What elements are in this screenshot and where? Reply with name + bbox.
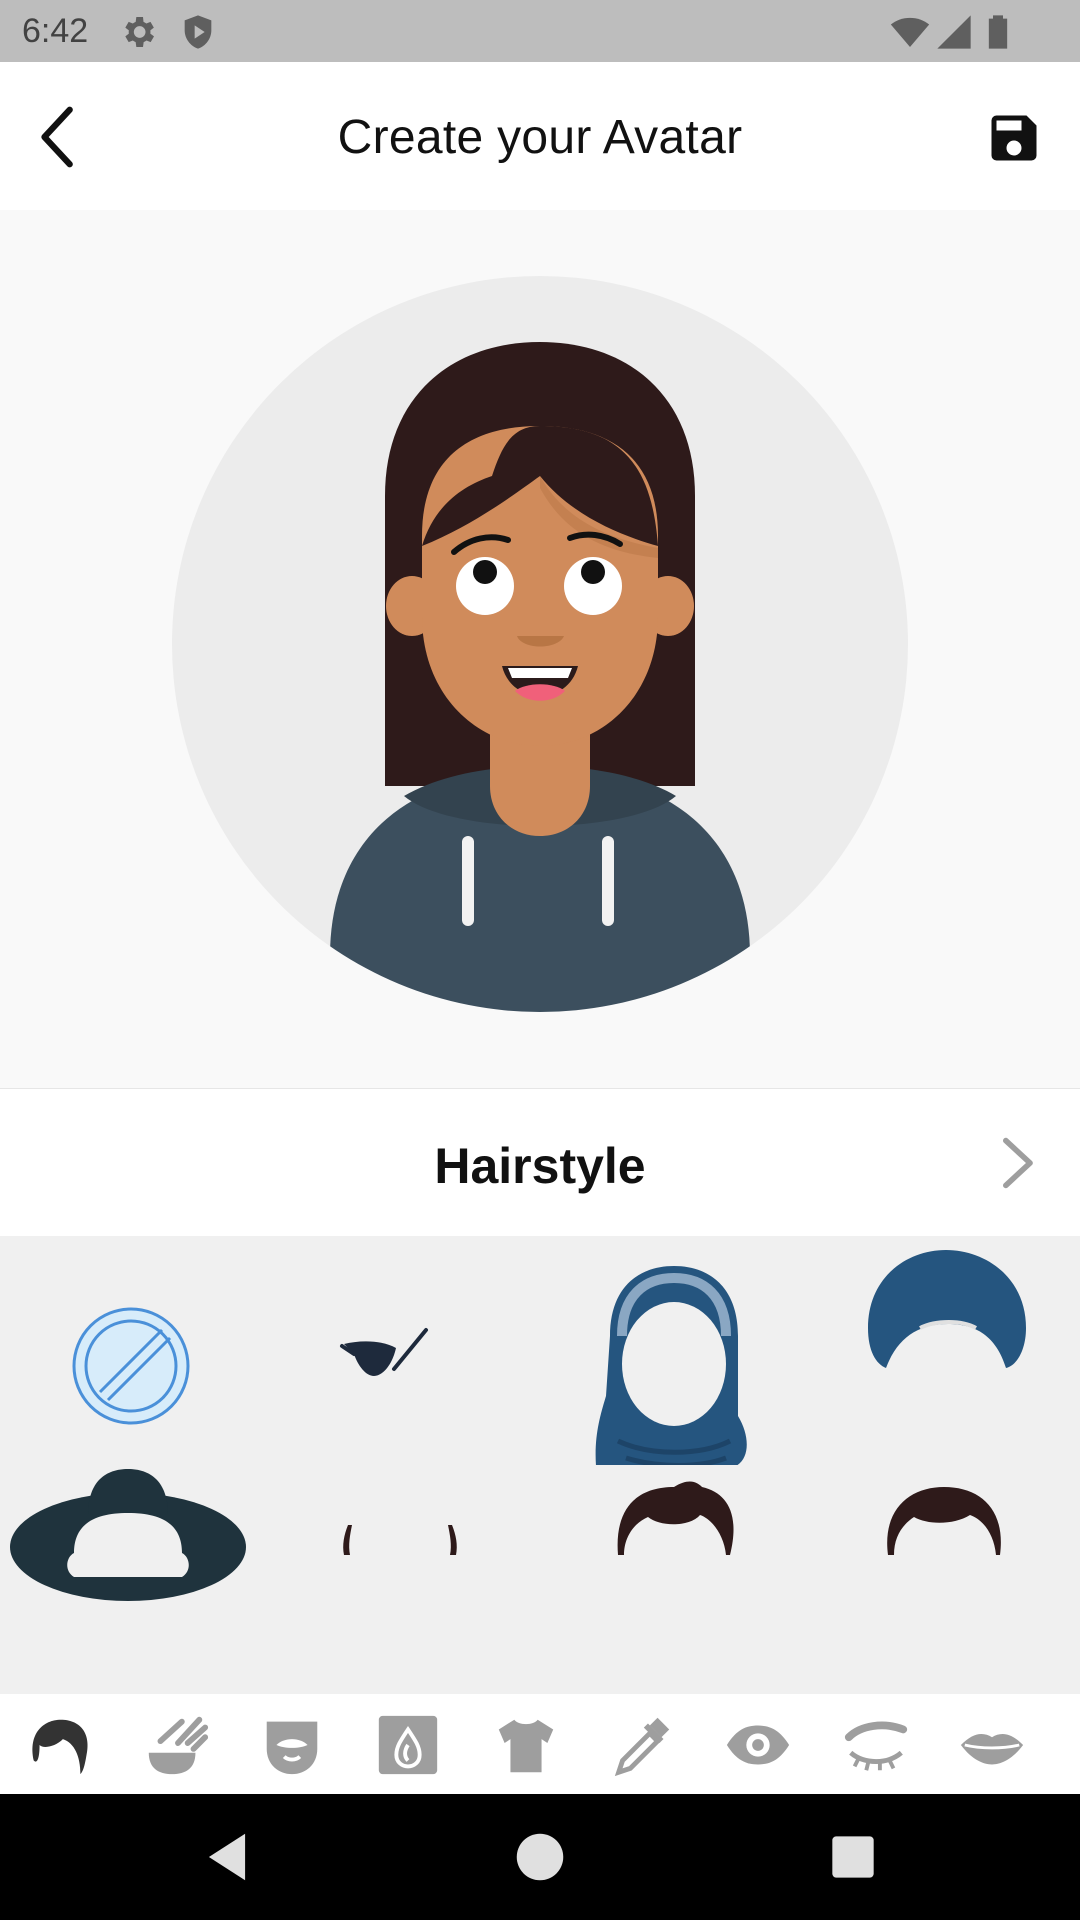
- status-bar: 6:42: [0, 0, 1080, 62]
- category-clothing-color[interactable]: [607, 1710, 677, 1780]
- nav-back-button[interactable]: [196, 1826, 258, 1888]
- skin-tone-icon: [378, 1715, 438, 1775]
- option-none[interactable]: [0, 1236, 270, 1465]
- nav-home-button[interactable]: [509, 1826, 571, 1888]
- none-icon: [72, 1307, 190, 1425]
- battery-icon: [988, 15, 1008, 49]
- category-facial-hair[interactable]: [257, 1710, 327, 1780]
- category-hair-color[interactable]: [141, 1710, 211, 1780]
- short-hair-icon: [887, 1487, 1001, 1555]
- category-bar: [0, 1694, 1080, 1794]
- options-grid: [0, 1236, 1080, 1694]
- category-skin-tone[interactable]: [373, 1710, 443, 1780]
- lips-icon: [960, 1734, 1024, 1765]
- option-sideburns[interactable]: [270, 1465, 540, 1694]
- hair-dye-icon: [148, 1716, 209, 1775]
- sideburns-icon: [343, 1525, 457, 1555]
- signal-icon: [937, 15, 971, 49]
- option-short-hair[interactable]: [810, 1465, 1080, 1694]
- page-title: Create your Avatar: [337, 111, 743, 164]
- option-eyepatch[interactable]: [270, 1236, 540, 1465]
- avatar-preview-area: [0, 210, 1080, 1088]
- category-hair[interactable]: [24, 1710, 94, 1780]
- color-picker-icon: [614, 1717, 670, 1777]
- wide-brim-hat-icon: [10, 1469, 246, 1601]
- wifi-icon: [890, 17, 930, 47]
- app-bar: Create your Avatar: [0, 62, 1080, 210]
- eyebrow-icon: [844, 1721, 908, 1771]
- option-wide-brim-hat[interactable]: [0, 1465, 270, 1694]
- nav-recents-button[interactable]: [822, 1826, 884, 1888]
- save-button[interactable]: [984, 108, 1044, 168]
- category-mouth[interactable]: [957, 1710, 1027, 1780]
- shield-play-icon: [184, 15, 212, 49]
- eyepatch-icon: [340, 1328, 428, 1376]
- section-title: Hairstyle: [434, 1138, 646, 1194]
- settings-icon: [125, 17, 154, 47]
- turban-icon: [868, 1250, 1026, 1368]
- next-category-button[interactable]: [992, 1135, 1042, 1191]
- option-hijab[interactable]: [540, 1236, 810, 1465]
- option-short-messy-hair[interactable]: [540, 1465, 810, 1694]
- category-clothing[interactable]: [491, 1710, 561, 1780]
- avatar-preview: [330, 342, 750, 1012]
- option-turban[interactable]: [810, 1236, 1080, 1465]
- hair-icon: [32, 1719, 88, 1775]
- section-header: Hairstyle: [0, 1088, 1080, 1236]
- avatar-preview-circle: [172, 276, 908, 1012]
- hijab-icon: [595, 1266, 747, 1465]
- system-navigation-bar: [0, 1794, 1080, 1920]
- beard-icon: [266, 1721, 318, 1775]
- tshirt-icon: [498, 1719, 554, 1773]
- category-eyes[interactable]: [723, 1710, 793, 1780]
- short-messy-hair-icon: [617, 1481, 734, 1555]
- status-time: 6:42: [22, 12, 89, 50]
- category-eyebrows[interactable]: [841, 1710, 911, 1780]
- eye-icon: [726, 1725, 790, 1765]
